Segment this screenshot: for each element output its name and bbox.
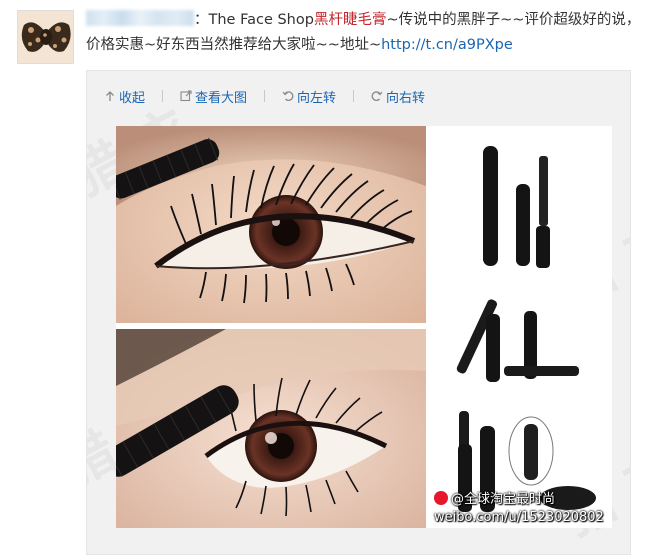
collapse-label: 收起 (119, 90, 146, 106)
credit-handle: @全球淘宝最时尚 (451, 492, 556, 507)
divider (264, 90, 266, 102)
brand-name: The Face Shop (208, 12, 314, 28)
rotate-right-button[interactable]: 向右转 (371, 87, 425, 106)
product-name[interactable]: 黑杆睫毛膏 (314, 12, 387, 28)
post-text: ：The Face Shop黑杆睫毛膏~传说中的黑胖子~~评价超级好的说，价格实… (86, 8, 642, 58)
image-credit: @全球淘宝最时尚 weibo.com/u/1523020802 (434, 491, 604, 527)
weibo-logo-icon (434, 491, 448, 505)
collapse-button[interactable]: 收起 (104, 87, 145, 106)
up-arrow-icon (106, 91, 114, 101)
divider (353, 90, 355, 102)
rotate-left-button[interactable]: 向左转 (282, 87, 336, 106)
image-toolbar: 收起 查看大图 向左转 向右转 (104, 87, 442, 106)
rotate-right-label: 向右转 (386, 90, 426, 106)
rotate-left-label: 向左转 (297, 90, 337, 106)
post-image[interactable] (116, 126, 612, 528)
colon: ： (194, 12, 209, 28)
view-large-button[interactable]: 查看大图 (180, 87, 247, 106)
view-large-label: 查看大图 (195, 90, 248, 106)
rotate-right-icon (371, 91, 383, 102)
external-view-icon (180, 90, 192, 102)
short-link[interactable]: http://t.cn/a9PXpe (381, 37, 513, 53)
avatar[interactable] (17, 10, 74, 64)
credit-url: weibo.com/u/1523020802 (434, 510, 604, 525)
blurred-username[interactable] (86, 10, 194, 26)
divider (162, 90, 164, 102)
rotate-left-icon (282, 91, 294, 102)
